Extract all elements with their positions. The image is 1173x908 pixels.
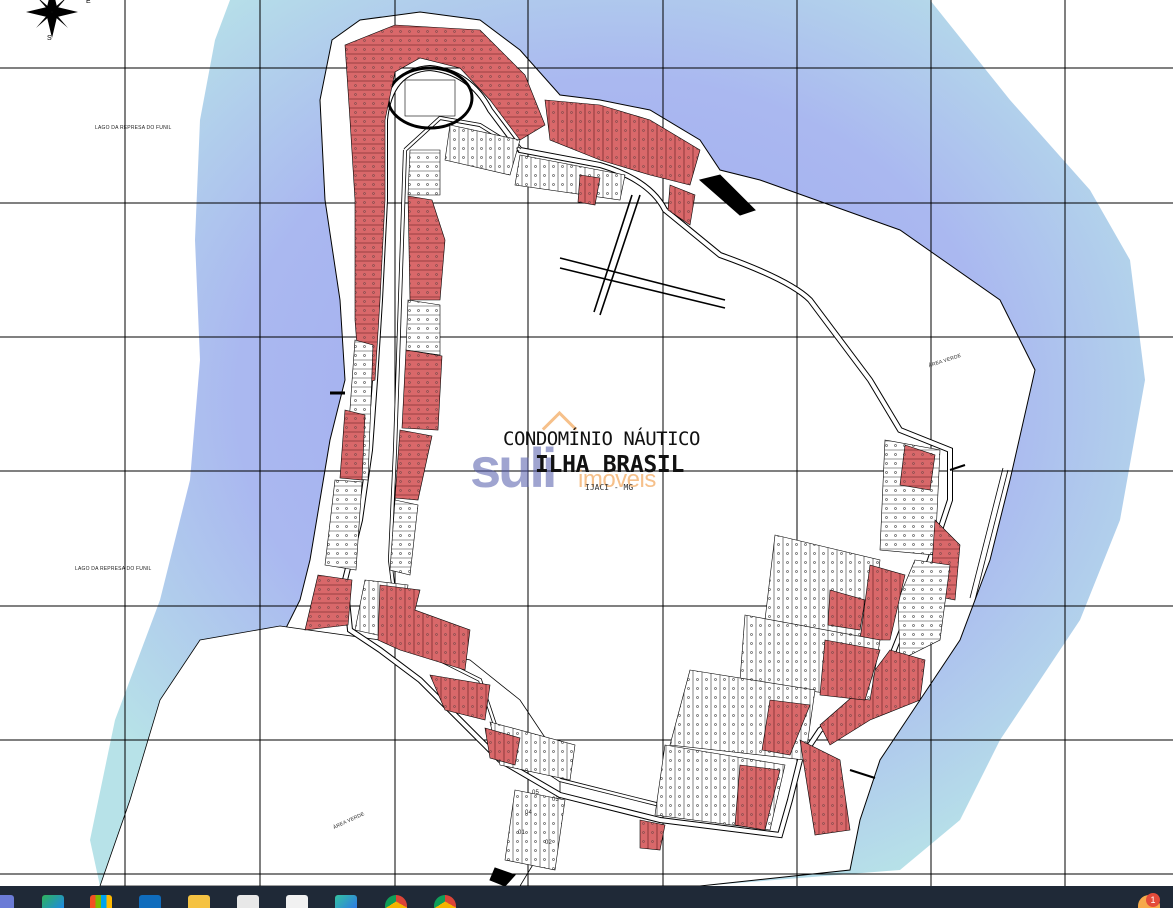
outlook-icon[interactable] <box>139 895 161 908</box>
compass-south-label: S <box>47 35 52 42</box>
lot-number: 05 <box>532 790 540 796</box>
taskbar <box>0 886 1173 908</box>
lot-number: 01 <box>518 830 526 836</box>
lot-number: 04 <box>525 810 533 816</box>
compass-east-label: E <box>86 0 91 5</box>
compass-rose-icon <box>26 0 78 38</box>
notification-badge: 1 <box>1146 893 1160 907</box>
map-viewport[interactable]: E S LAGO DA REPRESA DO FUNIL LAGO DA REP… <box>0 0 1173 886</box>
map-title-line2: ILHA BRASIL <box>535 452 685 478</box>
lots-west-inner-white <box>405 299 441 356</box>
lot-number: 03 <box>552 797 560 803</box>
store-icon[interactable] <box>90 895 112 908</box>
lots-west-white-top <box>407 149 441 196</box>
map-title-line1: CONDOMÍNIO NÁUTICO <box>503 428 700 450</box>
snipping-tool-icon[interactable] <box>237 895 259 908</box>
task-view-icon[interactable] <box>0 895 14 908</box>
map-location: IJACI - MG <box>585 483 634 492</box>
paint-icon[interactable] <box>286 895 308 908</box>
lake-label-south: LAGO DA REPRESA DO FUNIL <box>75 566 152 572</box>
lake-label-north: LAGO DA REPRESA DO FUNIL <box>95 125 172 131</box>
file-explorer-icon[interactable] <box>188 895 210 908</box>
edge-icon[interactable] <box>42 895 64 908</box>
lot-number: 02 <box>545 840 553 846</box>
lots-west-inner-red2 <box>401 349 443 431</box>
copilot-icon[interactable] <box>335 895 357 908</box>
